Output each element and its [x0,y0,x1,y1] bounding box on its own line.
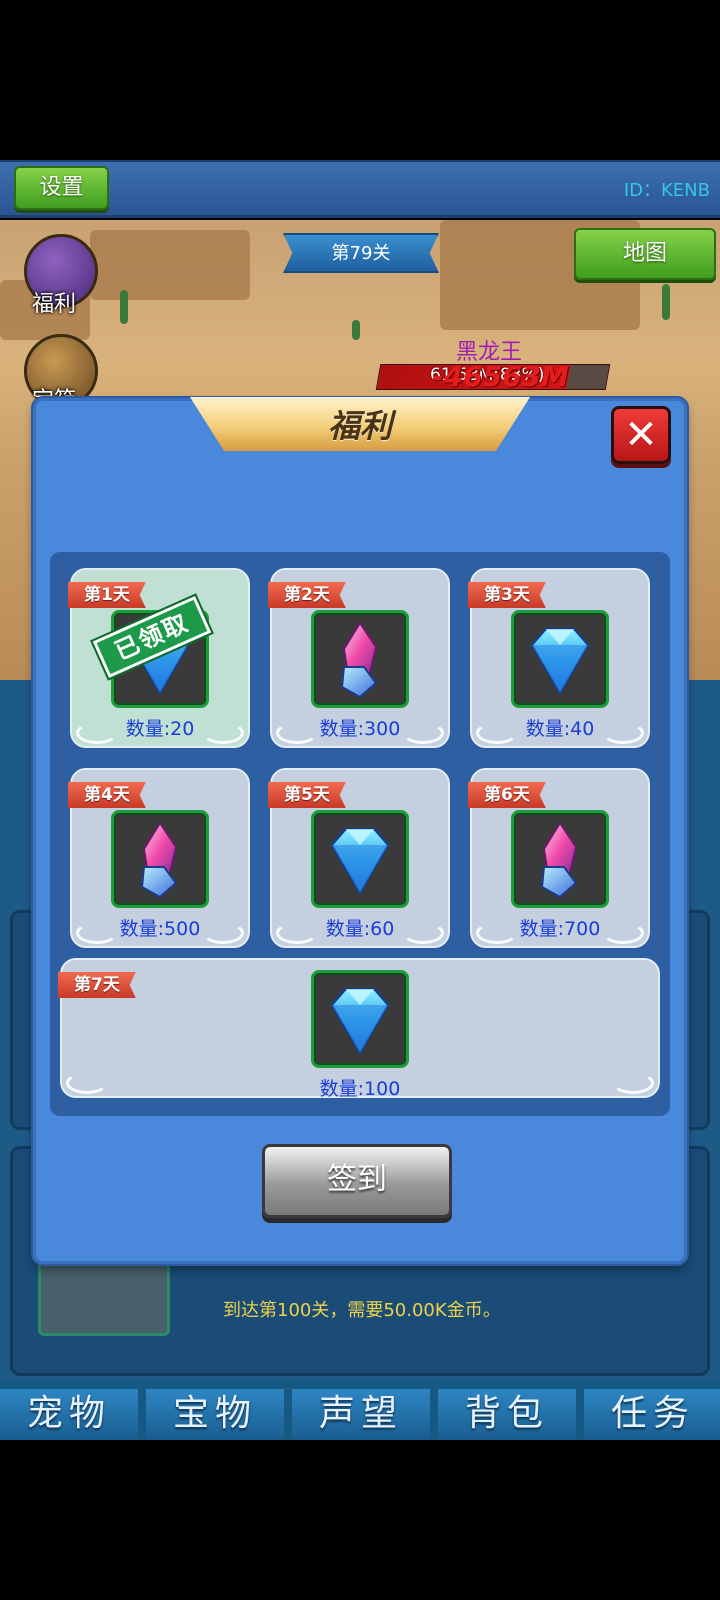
day-label: 第3天 [468,582,546,608]
crystal-icon [511,810,609,908]
tab-pets[interactable]: 宠物 [0,1389,138,1439]
reward-quantity: 数量:60 [325,918,395,940]
tab-backpack[interactable]: 背包 [438,1389,576,1439]
day-label: 第4天 [68,782,146,808]
day-label: 第7天 [58,972,136,998]
reward-card-day5[interactable]: 第5天 数量:60 [268,768,450,948]
reward-card-day1[interactable]: 第1天 数量:20 [68,568,250,748]
side-item-label: 福利 [32,292,77,317]
diamond-icon [311,810,409,908]
reward-quantity: 数量:100 [319,1078,401,1100]
reward-quantity: 数量:40 [525,718,595,740]
reward-quantity: 数量:300 [319,718,401,740]
day-label: 第2天 [268,582,346,608]
close-button[interactable]: ✕ [611,406,671,464]
reward-card-day6[interactable]: 第6天 数量:700 [468,768,650,948]
reward-quantity: 数量:700 [519,918,601,940]
diamond-icon [511,610,609,708]
player-id: ID：KENB [623,180,710,201]
day-label: 第1天 [68,582,146,608]
reward-card-day7[interactable]: 第7天 数量:100 [58,958,660,1100]
reward-card-day4[interactable]: 第4天 数量:500 [68,768,250,948]
tab-tasks[interactable]: 任务 [584,1389,720,1439]
day-label: 第5天 [268,782,346,808]
day-label: 第6天 [468,782,546,808]
damage-number: -46563M [432,360,569,393]
dialog-title: 福利 [327,407,392,445]
map-button[interactable]: 地图 [574,228,716,280]
crystal-icon [311,610,409,708]
reward-card-day3[interactable]: 第3天 数量:40 [468,568,650,748]
sign-in-button[interactable]: 签到 [262,1144,452,1218]
reward-quantity: 数量:500 [119,918,201,940]
close-icon: ✕ [624,412,658,458]
tab-reputation[interactable]: 声望 [292,1389,430,1439]
diamond-icon [311,970,409,1068]
stage-banner: 第79关 [283,233,439,273]
tab-treasures[interactable]: 宝物 [146,1389,284,1439]
settings-button[interactable]: 设置 [14,166,109,210]
reward-quantity: 数量:20 [125,718,195,740]
upgrade-hint: 到达第100关，需要50.00K金币。 [223,1300,501,1321]
reward-card-day2[interactable]: 第2天 数量:300 [268,568,450,748]
crystal-icon [111,810,209,908]
